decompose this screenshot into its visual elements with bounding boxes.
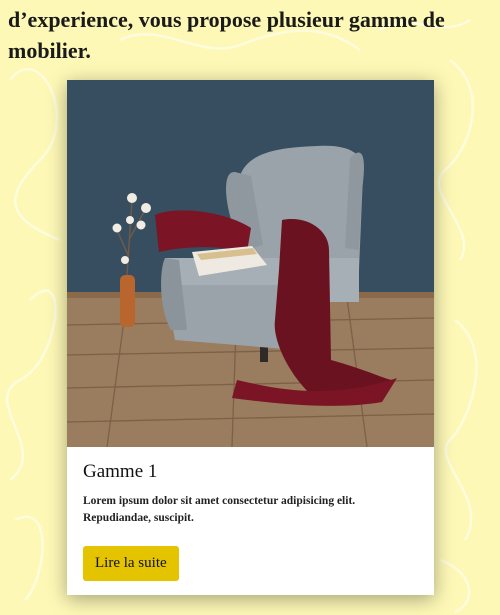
card-description: Lorem ipsum dolor sit amet consectetur a… [83,495,356,524]
read-more-button[interactable]: Lire la suite [83,546,179,581]
product-card: Gamme 1 Lorem ipsum dolor sit amet conse… [67,80,434,595]
intro-paragraph: d’experience, vous propose plusieur gamm… [8,7,445,63]
armchair-photo [67,80,434,447]
card-title: Gamme 1 [83,461,158,482]
